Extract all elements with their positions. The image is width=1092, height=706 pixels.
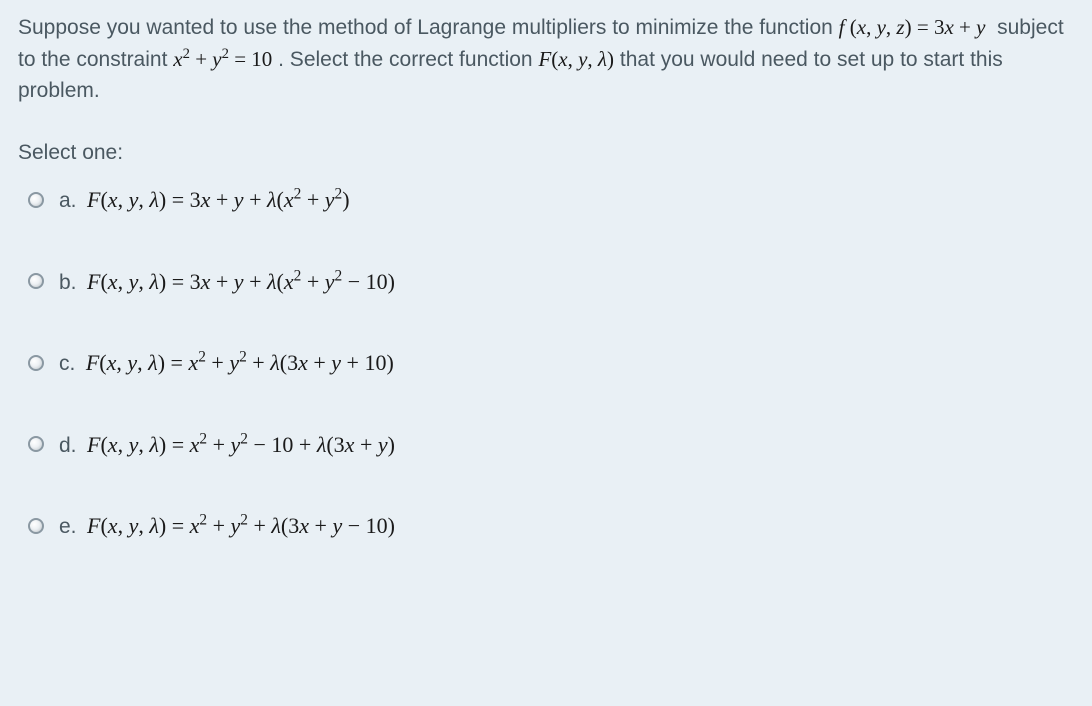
option-a[interactable]: a. F(x, y, λ) = 3x + y + λ(x2 + y2) (28, 183, 1074, 217)
question-mid2: . Select the correct function (278, 48, 538, 71)
question-constraint: x2 + y2 = 10 (173, 47, 272, 71)
option-e-expr: F(x, y, λ) = x2 + y2 + λ(3x + y − 10) (87, 513, 395, 538)
radio-c[interactable] (28, 355, 44, 371)
radio-b[interactable] (28, 273, 44, 289)
question-function: f (x, y, z) = 3x + y (839, 15, 986, 39)
option-d[interactable]: d. F(x, y, λ) = x2 + y2 − 10 + λ(3x + y) (28, 428, 1074, 462)
select-one-label: Select one: (18, 137, 1074, 169)
option-a-label: a. (59, 189, 77, 212)
option-c[interactable]: c. F(x, y, λ) = x2 + y2 + λ(3x + y + 10) (28, 346, 1074, 380)
option-e-label: e. (59, 515, 77, 538)
radio-d[interactable] (28, 436, 44, 452)
question-text: Suppose you wanted to use the method of … (18, 12, 1074, 107)
option-d-expr: F(x, y, λ) = x2 + y2 − 10 + λ(3x + y) (87, 432, 395, 457)
option-e[interactable]: e. F(x, y, λ) = x2 + y2 + λ(3x + y − 10) (28, 509, 1074, 543)
option-a-expr: F(x, y, λ) = 3x + y + λ(x2 + y2) (87, 187, 350, 212)
option-c-text: c. F(x, y, λ) = x2 + y2 + λ(3x + y + 10) (59, 346, 394, 380)
question-prefix: Suppose you wanted to use the method of … (18, 16, 839, 39)
option-c-label: c. (59, 352, 75, 375)
options-group: a. F(x, y, λ) = 3x + y + λ(x2 + y2) b. F… (18, 183, 1074, 543)
radio-a[interactable] (28, 192, 44, 208)
question-setup: F(x, y, λ) (538, 47, 614, 71)
option-d-label: d. (59, 434, 77, 457)
option-e-text: e. F(x, y, λ) = x2 + y2 + λ(3x + y − 10) (59, 509, 395, 543)
option-c-expr: F(x, y, λ) = x2 + y2 + λ(3x + y + 10) (86, 350, 394, 375)
option-d-text: d. F(x, y, λ) = x2 + y2 − 10 + λ(3x + y) (59, 428, 395, 462)
radio-e[interactable] (28, 518, 44, 534)
option-b[interactable]: b. F(x, y, λ) = 3x + y + λ(x2 + y2 − 10) (28, 265, 1074, 299)
option-b-label: b. (59, 271, 77, 294)
option-a-text: a. F(x, y, λ) = 3x + y + λ(x2 + y2) (59, 183, 350, 217)
option-b-text: b. F(x, y, λ) = 3x + y + λ(x2 + y2 − 10) (59, 265, 395, 299)
option-b-expr: F(x, y, λ) = 3x + y + λ(x2 + y2 − 10) (87, 269, 395, 294)
